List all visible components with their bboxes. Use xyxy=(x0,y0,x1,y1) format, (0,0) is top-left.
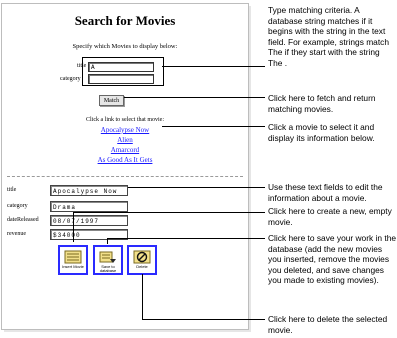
annotation-save-to-database: Click here to save your work in the data… xyxy=(268,233,397,285)
movie-link-as-good-as-it-gets[interactable]: As Good As It Gets xyxy=(2,156,248,164)
detail-date-released-label: dateReleased xyxy=(7,217,39,223)
search-fields-highlight xyxy=(82,57,164,86)
delete-button[interactable]: Delete xyxy=(127,245,157,275)
insert-movie-caption: Insert Movie xyxy=(62,264,84,269)
connector-detail-fields xyxy=(128,187,265,188)
delete-caption: Delete xyxy=(136,264,148,269)
page-title: Search for Movies xyxy=(74,13,176,28)
annotation-movie-links: Click a movie to select it and display i… xyxy=(268,122,375,143)
movie-link-amarcord[interactable]: Amarcord xyxy=(2,146,248,154)
section-divider xyxy=(7,176,243,177)
specify-instructions: Specify which Movies to display below: xyxy=(72,43,178,50)
annotation-delete: Click here to delete the selected movie. xyxy=(268,314,388,335)
click-link-instructions: Click a link to select that movie: xyxy=(86,117,164,123)
connector-save-v xyxy=(107,238,108,244)
detail-revenue-label: revenue xyxy=(7,231,26,237)
connector-delete-h xyxy=(142,319,265,320)
insert-movie-button[interactable]: Insert Movie xyxy=(58,245,88,275)
save-to-database-caption: Save to database xyxy=(99,264,117,273)
movie-link-apocalypse-now[interactable]: Apocalypse Now xyxy=(2,126,248,134)
delete-icon xyxy=(133,250,151,264)
connector-insert-h xyxy=(73,212,265,213)
annotation-matching-criteria: Type matching criteria. A database strin… xyxy=(268,5,390,68)
connector-search-fields xyxy=(162,66,265,67)
connector-match-button xyxy=(124,97,265,98)
connector-delete-v xyxy=(142,274,143,319)
category-label: category xyxy=(60,76,81,82)
annotation-match-button: Click here to fetch and return matching … xyxy=(268,93,376,114)
movie-link-alien[interactable]: Alien xyxy=(2,136,248,144)
match-button[interactable]: Match xyxy=(99,95,124,106)
connector-movie-links xyxy=(162,126,265,127)
annotation-edit-fields: Use these text fields to edit the inform… xyxy=(268,182,383,203)
save-to-database-button[interactable]: Save to database xyxy=(93,245,123,275)
detail-category-field[interactable]: Drama xyxy=(50,201,128,212)
detail-title-field[interactable]: Apocalypse Now xyxy=(50,185,128,196)
detail-date-released-field[interactable]: 08/07/1997 xyxy=(50,215,128,226)
connector-save-h xyxy=(107,238,265,239)
detail-title-label: title xyxy=(7,187,17,193)
detail-category-label: category xyxy=(7,203,28,209)
annotation-insert-movie: Click here to create a new, empty movie. xyxy=(268,206,392,227)
insert-movie-icon xyxy=(64,250,82,264)
save-to-database-icon xyxy=(99,251,116,263)
app-window: Search for Movies Specify which Movies t… xyxy=(1,3,249,330)
connector-insert-v xyxy=(73,212,74,242)
